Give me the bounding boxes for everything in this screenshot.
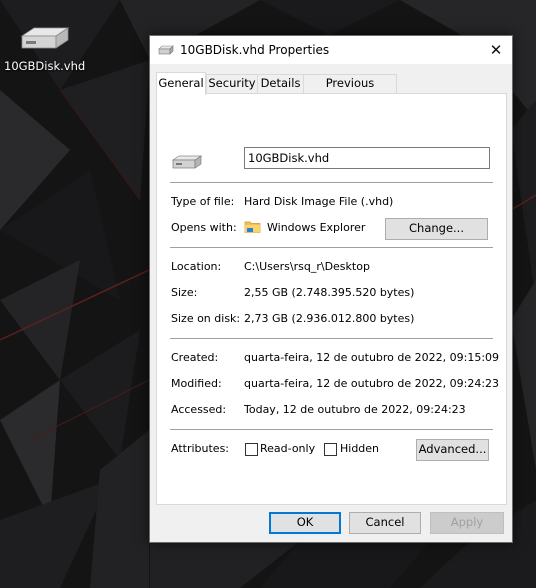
opens-with-value: Windows Explorer — [267, 221, 366, 234]
title-bar[interactable]: 10GBDisk.vhd Properties ✕ — [150, 36, 512, 64]
tab-security[interactable]: Security — [206, 74, 258, 93]
apply-button[interactable]: Apply — [430, 512, 504, 534]
divider — [170, 182, 493, 183]
desktop-file-icon[interactable]: 10GBDisk.vhd — [4, 22, 86, 73]
desktop-icon-label: 10GBDisk.vhd — [4, 59, 86, 73]
tab-general[interactable]: General — [156, 72, 206, 95]
close-icon[interactable]: ✕ — [486, 40, 506, 60]
divider — [170, 338, 493, 339]
hidden-checkbox[interactable] — [324, 443, 337, 456]
size-on-disk-label: Size on disk: — [171, 312, 241, 325]
created-label: Created: — [171, 351, 219, 364]
size-value: 2,55 GB (2.748.395.520 bytes) — [244, 286, 415, 299]
file-type-icon — [171, 154, 203, 173]
attributes-label: Attributes: — [171, 442, 230, 455]
location-value: C:\Users\rsq_r\Desktop — [244, 260, 370, 273]
accessed-label: Accessed: — [171, 403, 227, 416]
filename-value: 10GBDisk.vhd — [248, 151, 330, 165]
filename-input[interactable]: 10GBDisk.vhd — [244, 147, 490, 169]
modified-label: Modified: — [171, 377, 222, 390]
tab-details[interactable]: Details — [257, 74, 304, 93]
advanced-button[interactable]: Advanced... — [416, 439, 489, 461]
properties-dialog: 10GBDisk.vhd Properties ✕ General Securi… — [149, 35, 513, 543]
read-only-checkbox[interactable] — [245, 443, 258, 456]
read-only-label[interactable]: Read-only — [260, 442, 315, 455]
type-of-file-label: Type of file: — [171, 195, 235, 208]
tab-previous-versions[interactable]: Previous Versions — [303, 74, 397, 107]
modified-value: quarta-feira, 12 de outubro de 2022, 09:… — [244, 377, 500, 390]
change-button[interactable]: Change... — [385, 218, 488, 240]
size-label: Size: — [171, 286, 198, 299]
ok-button[interactable]: OK — [269, 512, 341, 534]
divider — [170, 429, 493, 430]
hard-disk-icon — [4, 22, 84, 56]
accessed-value: Today, 12 de outubro de 2022, 09:24:23 — [244, 403, 466, 416]
opens-with-label: Opens with: — [171, 221, 237, 234]
divider — [170, 247, 493, 248]
cancel-button[interactable]: Cancel — [349, 512, 421, 534]
general-panel: 10GBDisk.vhd Type of file: Hard Disk Ima… — [156, 93, 507, 505]
window-title: 10GBDisk.vhd Properties — [180, 43, 330, 57]
created-value: quarta-feira, 12 de outubro de 2022, 09:… — [244, 351, 500, 364]
type-of-file-value: Hard Disk Image File (.vhd) — [244, 195, 394, 208]
location-label: Location: — [171, 260, 222, 273]
size-on-disk-value: 2,73 GB (2.936.012.800 bytes) — [244, 312, 415, 325]
hard-disk-icon — [158, 45, 174, 58]
hidden-label[interactable]: Hidden — [340, 442, 379, 455]
folder-icon — [244, 219, 261, 237]
